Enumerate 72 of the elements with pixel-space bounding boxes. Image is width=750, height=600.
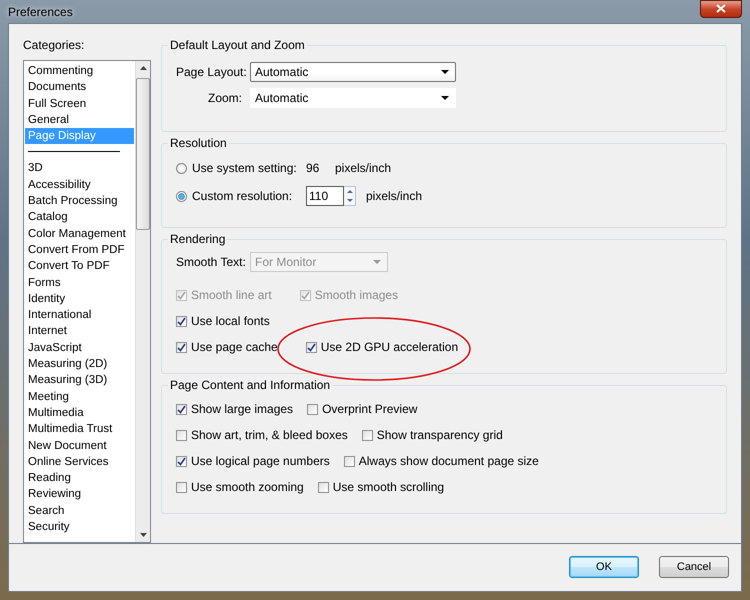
caret-icon [441, 96, 449, 100]
checkbox-option[interactable]: Use smooth scrolling [318, 480, 444, 494]
checkbox-option[interactable]: Use page cache [176, 340, 278, 354]
category-item[interactable]: International [25, 307, 134, 324]
radio-option[interactable]: Custom resolution: [176, 189, 306, 203]
checkmark-icon [177, 290, 186, 300]
checkbox-option[interactable]: Always show document page size [344, 454, 539, 468]
spin-up-icon [346, 190, 352, 193]
scrollbar[interactable] [135, 61, 150, 542]
window-title: Preferences [8, 4, 73, 18]
caret-icon [373, 260, 381, 264]
category-item[interactable]: Online Services [25, 454, 134, 470]
unit-label: pixels/inch [335, 161, 392, 175]
group-title: Rendering [169, 232, 226, 246]
dialog-button[interactable]: OK [569, 556, 639, 578]
spin-down-icon [346, 199, 352, 202]
category-item[interactable]: Documents [25, 79, 134, 96]
checkmark-icon [177, 456, 186, 466]
checkbox-option[interactable]: Show transparency grid [362, 428, 503, 442]
category-item[interactable]: Multimedia [25, 404, 134, 422]
category-item[interactable]: Internet [25, 323, 134, 340]
category-item[interactable]: Convert From PDF [25, 242, 134, 258]
category-item[interactable]: Full Screen [25, 96, 134, 112]
group-title: Default Layout and Zoom [169, 38, 306, 52]
checkmark-icon [177, 404, 186, 414]
dialog-button[interactable]: Cancel [659, 556, 729, 578]
checkbox-option[interactable]: Show art, trim, & bleed boxes [176, 428, 348, 442]
radio-option[interactable]: Use system setting: [176, 161, 306, 175]
category-item[interactable]: Multimedia Trust [25, 421, 134, 438]
category-item[interactable]: Batch Processing [25, 193, 134, 210]
caret-icon [441, 70, 449, 74]
category-item[interactable]: 3D [25, 160, 134, 177]
close-icon [716, 4, 726, 13]
checkbox-option[interactable]: Use local fonts [176, 314, 270, 328]
checkmark-icon [177, 316, 186, 326]
resolution-value: 96 [306, 161, 320, 175]
category-item[interactable]: General [25, 112, 134, 128]
scroll-up-icon [140, 66, 146, 70]
category-item[interactable]: Commenting [25, 63, 134, 80]
group-title: Page Content and Information [169, 378, 332, 392]
category-item[interactable]: Convert To PDF [25, 258, 134, 275]
checkbox-option[interactable]: Use 2D GPU acceleration [306, 340, 458, 354]
checkbox-option[interactable]: Use smooth zooming [176, 480, 304, 494]
category-item[interactable]: Catalog [25, 209, 134, 226]
checkmark-icon [306, 342, 316, 352]
category-item[interactable]: Accessibility [25, 176, 134, 194]
checkmark-icon [300, 290, 310, 300]
checkbox-option[interactable]: Use logical page numbers [176, 454, 330, 468]
category-item[interactable]: Identity [25, 290, 134, 308]
scroll-down-icon [140, 533, 146, 537]
category-item[interactable]: New Document [25, 438, 134, 454]
dropdown[interactable]: Automatic [250, 62, 456, 82]
checkbox-option[interactable]: Show large images [176, 402, 294, 416]
categories-label: Categories: [23, 38, 86, 52]
checkmark-icon [177, 342, 186, 352]
unit-label: pixels/inch [366, 189, 422, 203]
category-item[interactable]: Reading [25, 470, 134, 486]
category-item[interactable]: Measuring (3D) [25, 372, 134, 389]
category-item[interactable]: Measuring (2D) [25, 356, 134, 372]
checkbox-option[interactable]: Overprint Preview [307, 402, 418, 416]
close-button[interactable] [700, 0, 742, 18]
category-item[interactable]: Security [25, 519, 134, 536]
category-item[interactable]: JavaScript [25, 340, 134, 356]
scrollbar-thumb[interactable] [136, 78, 150, 230]
field-label: Zoom: [206, 91, 242, 105]
category-item[interactable]: Search [25, 502, 134, 520]
dropdown[interactable]: Automatic [250, 88, 456, 108]
group-title: Resolution [169, 136, 228, 150]
category-item[interactable]: Forms [25, 274, 134, 291]
category-item[interactable]: Reviewing [25, 486, 134, 503]
category-item[interactable]: Meeting [25, 388, 134, 405]
category-item[interactable]: Color Management [25, 226, 134, 242]
